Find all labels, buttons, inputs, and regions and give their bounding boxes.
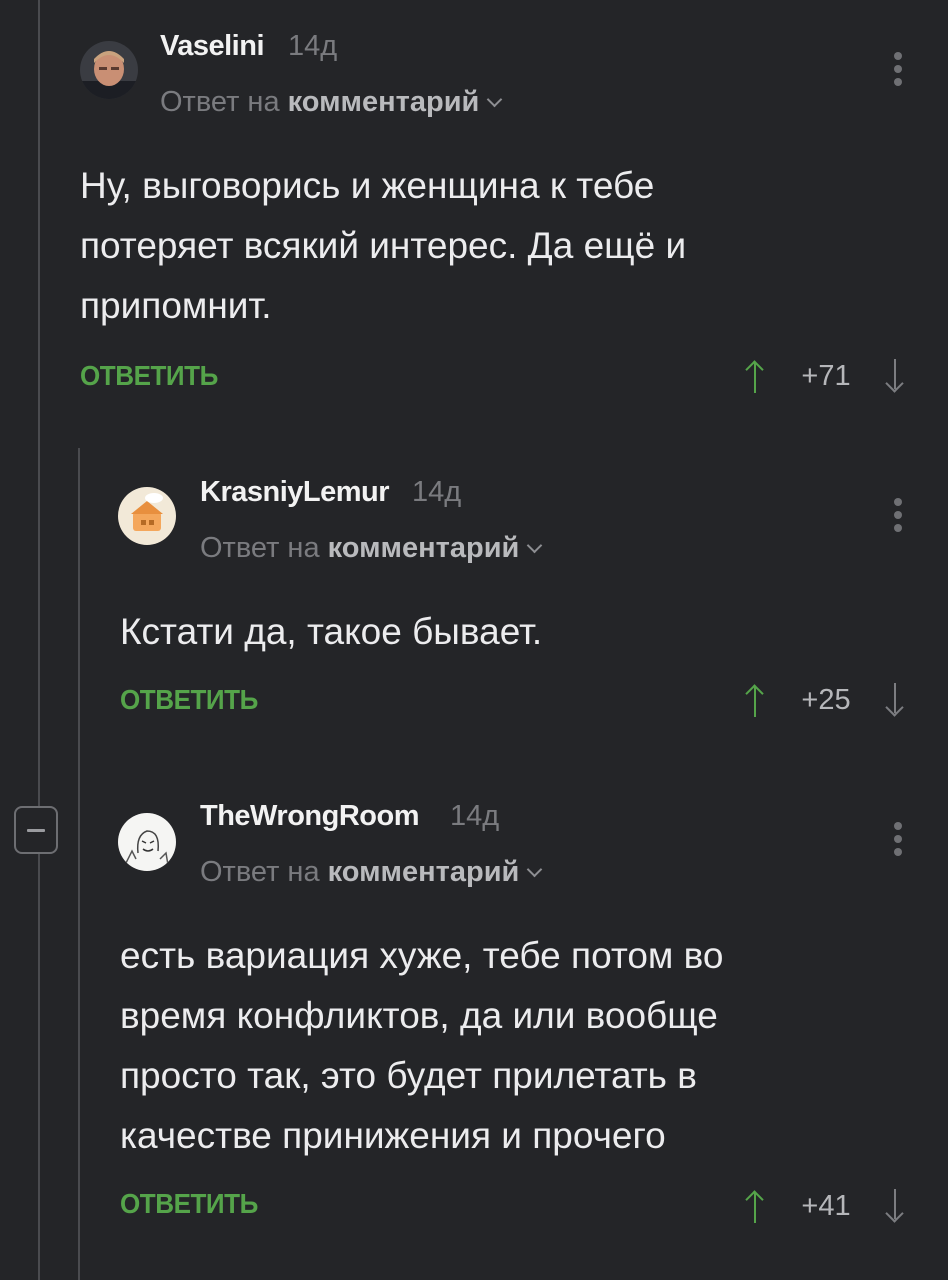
reply-to-link[interactable]: комментарий — [328, 856, 520, 888]
comment-score: +41 — [801, 1189, 851, 1222]
arrow-down-icon[interactable] — [884, 1189, 906, 1223]
avatar[interactable] — [118, 813, 176, 871]
comment: TheWrongRoom 14д Ответ на комментарий ес… — [0, 0, 948, 1280]
comments-thread: Vaselini 14д Ответ на комментарий Ну, вы… — [0, 0, 948, 1280]
comment-text: есть вариация хуже, тебе потом во время … — [120, 935, 724, 1156]
reply-to-prefix: Ответ на — [200, 856, 320, 888]
chevron-down-icon[interactable] — [527, 861, 543, 878]
comment-author[interactable]: TheWrongRoom — [200, 800, 420, 833]
kebab-vertical-icon[interactable] — [893, 822, 903, 856]
reply-to-line: Ответ на комментарий — [200, 856, 543, 889]
arrow-up-icon[interactable] — [744, 1189, 766, 1223]
vote-block: +41 — [744, 1186, 906, 1226]
reply-button[interactable]: ОТВЕТИТЬ — [120, 1188, 258, 1220]
comment-time: 14д — [450, 800, 500, 832]
